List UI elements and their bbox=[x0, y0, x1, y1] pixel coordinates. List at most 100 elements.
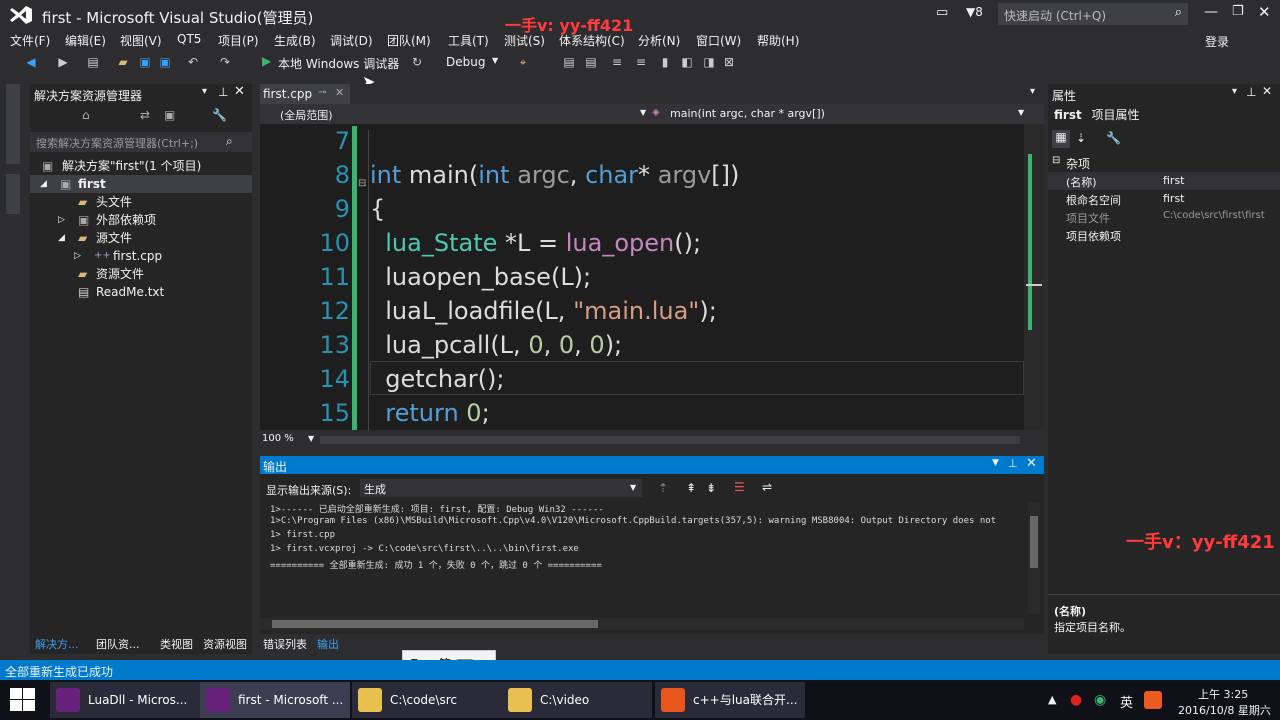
close-panel-icon[interactable]: ✕ bbox=[234, 84, 245, 99]
menu-team[interactable]: 团队(M) bbox=[387, 32, 431, 49]
scroll-thumb[interactable] bbox=[1030, 516, 1038, 568]
property-row[interactable]: 根命名空间 first bbox=[1048, 190, 1280, 208]
scroll-thumb[interactable] bbox=[1026, 284, 1042, 286]
tree-item-resource-files[interactable]: ▰ 资源文件 bbox=[30, 265, 252, 283]
menu-tools[interactable]: 工具(T) bbox=[448, 32, 489, 49]
property-row[interactable]: 项目依赖项 bbox=[1048, 226, 1280, 244]
bookmark-icon[interactable]: ▮ bbox=[658, 55, 672, 69]
home-icon[interactable]: ⌂ bbox=[82, 108, 90, 122]
panel-menu-icon[interactable]: ▾ bbox=[202, 86, 207, 97]
login-link[interactable]: 登录 bbox=[1205, 33, 1229, 50]
new-project-icon[interactable]: ▤ bbox=[86, 55, 100, 69]
tab-solution-explorer[interactable]: 解决方... bbox=[35, 636, 79, 652]
code-editor[interactable]: first.cpp ⊸ ✕ ▾ (全局范围) ▼ ◈ main(int argc… bbox=[260, 84, 1044, 450]
back-icon[interactable]: ◀ bbox=[24, 55, 38, 69]
tab-output[interactable]: 输出 bbox=[317, 636, 339, 652]
clock-date[interactable]: 2016/10/8 星期六 bbox=[1178, 702, 1271, 718]
tree-item-external-deps[interactable]: ▷ ▣ 外部依赖项 bbox=[30, 211, 252, 229]
taskbar-item-video[interactable]: C:\video bbox=[502, 682, 652, 718]
menu-analyze[interactable]: 分析(N) bbox=[638, 32, 680, 49]
outdent-icon[interactable]: ≡ bbox=[634, 55, 648, 69]
tree-item-project[interactable]: ◢ ▣ first bbox=[30, 175, 252, 193]
tab-first-cpp[interactable]: first.cpp ⊸ ✕ bbox=[260, 84, 350, 104]
scroll-thumb[interactable] bbox=[272, 620, 598, 628]
toolbox-tab[interactable] bbox=[6, 174, 20, 214]
tree-item-readme[interactable]: ▤ ReadMe.txt bbox=[30, 283, 252, 301]
menu-architecture[interactable]: 体系结构(C) bbox=[559, 32, 625, 49]
horizontal-scrollbar[interactable] bbox=[320, 436, 1020, 444]
tab-class-view[interactable]: 类视图 bbox=[160, 636, 193, 652]
tab-error-list[interactable]: 错误列表 bbox=[263, 636, 307, 652]
save-icon[interactable]: ▣ bbox=[138, 55, 152, 69]
sync-icon[interactable]: ⇄ bbox=[140, 108, 150, 122]
taskbar-item-ppt[interactable]: c++与lua联合开... bbox=[655, 682, 805, 718]
properties-object-selector[interactable]: first 项目属性 bbox=[1054, 106, 1274, 124]
tree-item-source-files[interactable]: ◢ ▰ 源文件 bbox=[30, 229, 252, 247]
property-category[interactable]: ⊟ 杂项 bbox=[1048, 154, 1280, 172]
find-message-icon[interactable]: ⇡ bbox=[658, 481, 668, 495]
menu-project[interactable]: 项目(P) bbox=[218, 32, 259, 49]
refresh-icon[interactable]: ↻ bbox=[410, 55, 424, 69]
panel-menu-icon[interactable]: ▼ bbox=[992, 458, 999, 468]
property-row[interactable]: (名称) first bbox=[1048, 172, 1280, 190]
pin-icon[interactable]: ⊥ bbox=[1246, 85, 1256, 99]
indent-icon[interactable]: ≡ bbox=[610, 55, 624, 69]
output-vertical-scrollbar[interactable] bbox=[1028, 502, 1040, 614]
forward-icon[interactable]: ▶ bbox=[56, 55, 70, 69]
menu-test[interactable]: 测试(S) bbox=[504, 32, 545, 49]
menu-file[interactable]: 文件(F) bbox=[10, 32, 50, 49]
collapse-icon[interactable]: ▣ bbox=[164, 108, 175, 122]
alphabetical-icon[interactable]: ⇣ bbox=[1076, 131, 1086, 145]
minimize-button[interactable]: — bbox=[1204, 4, 1218, 20]
comment-icon[interactable]: ▤ bbox=[562, 55, 576, 69]
close-panel-icon[interactable]: ✕ bbox=[1026, 456, 1037, 471]
tree-item-first-cpp[interactable]: ▷ ++ first.cpp bbox=[30, 247, 252, 265]
output-source-select[interactable]: 生成 ▼ bbox=[360, 479, 642, 497]
tray-app-icon[interactable]: ◉ bbox=[1094, 692, 1106, 708]
save-all-icon[interactable]: ▣ bbox=[158, 55, 172, 69]
menu-edit[interactable]: 编辑(E) bbox=[65, 32, 106, 49]
redo-icon[interactable]: ↷ bbox=[218, 55, 232, 69]
scope-dropdown[interactable]: (全局范围) ▼ bbox=[260, 105, 648, 123]
pin-icon[interactable]: ⊥ bbox=[218, 85, 228, 99]
property-row[interactable]: 项目文件 C:\code\src\first\first bbox=[1048, 208, 1280, 226]
menu-help[interactable]: 帮助(H) bbox=[757, 32, 799, 49]
clock-time[interactable]: 上午 3:25 bbox=[1198, 686, 1248, 702]
notification-filter-icon[interactable]: ▼8 bbox=[966, 5, 983, 19]
tab-resource-view[interactable]: 资源视图 bbox=[203, 636, 247, 652]
maximize-button[interactable]: ❐ bbox=[1232, 4, 1244, 19]
word-wrap-icon[interactable]: ⇌ bbox=[762, 480, 772, 494]
zoom-level[interactable]: 100 % bbox=[262, 433, 294, 444]
panel-menu-icon[interactable]: ▾ bbox=[1232, 86, 1237, 97]
close-button[interactable]: ✕ bbox=[1258, 3, 1271, 21]
properties-icon[interactable]: 🔧 bbox=[212, 108, 227, 122]
find-in-files-icon[interactable]: ⌖ bbox=[516, 55, 530, 69]
next-bookmark-icon[interactable]: ◨ bbox=[702, 55, 716, 69]
categorized-icon[interactable]: ▦ bbox=[1052, 130, 1070, 148]
clear-bookmarks-icon[interactable]: ⊠ bbox=[722, 55, 736, 69]
server-explorer-tab[interactable] bbox=[6, 84, 20, 164]
taskbar-item-first[interactable]: first - Microsoft ... bbox=[200, 682, 350, 718]
output-horizontal-scrollbar[interactable] bbox=[260, 618, 1024, 630]
undo-icon[interactable]: ↶ bbox=[186, 55, 200, 69]
prev-message-icon[interactable]: ⇞ bbox=[686, 481, 696, 495]
menu-qt5[interactable]: QT5 bbox=[177, 32, 201, 46]
configuration-select[interactable]: Debug ▼ bbox=[442, 53, 502, 71]
language-indicator[interactable]: 英 bbox=[1120, 692, 1133, 711]
windows-start-icon[interactable] bbox=[10, 688, 36, 712]
taskbar-item-code-src[interactable]: C:\code\src bbox=[352, 682, 502, 718]
member-dropdown[interactable]: ◈ main(int argc, char * argv[]) ▼ bbox=[650, 105, 1030, 123]
tree-item-solution[interactable]: ▣ 解决方案"first"(1 个项目) bbox=[30, 157, 252, 175]
taskbar-item-luadll[interactable]: LuaDll - Micros... bbox=[50, 682, 200, 718]
tab-overflow-icon[interactable]: ▾ bbox=[1030, 86, 1035, 97]
tab-team-explorer[interactable]: 团队资... bbox=[96, 636, 140, 652]
uncomment-icon[interactable]: ▤ bbox=[584, 55, 598, 69]
feedback-icon[interactable]: ▭ bbox=[936, 5, 948, 20]
tray-expand-icon[interactable]: ▲ bbox=[1048, 693, 1056, 706]
close-panel-icon[interactable]: ✕ bbox=[1262, 84, 1272, 98]
solution-search-input[interactable]: 搜索解决方案资源管理器(Ctrl+;) ⌕ bbox=[30, 132, 252, 152]
chevron-down-icon[interactable]: ▼ bbox=[308, 434, 314, 443]
vertical-scrollbar[interactable] bbox=[1024, 124, 1044, 430]
open-folder-icon[interactable]: ▰ bbox=[116, 55, 130, 69]
property-pages-icon[interactable]: 🔧 bbox=[1106, 131, 1121, 145]
